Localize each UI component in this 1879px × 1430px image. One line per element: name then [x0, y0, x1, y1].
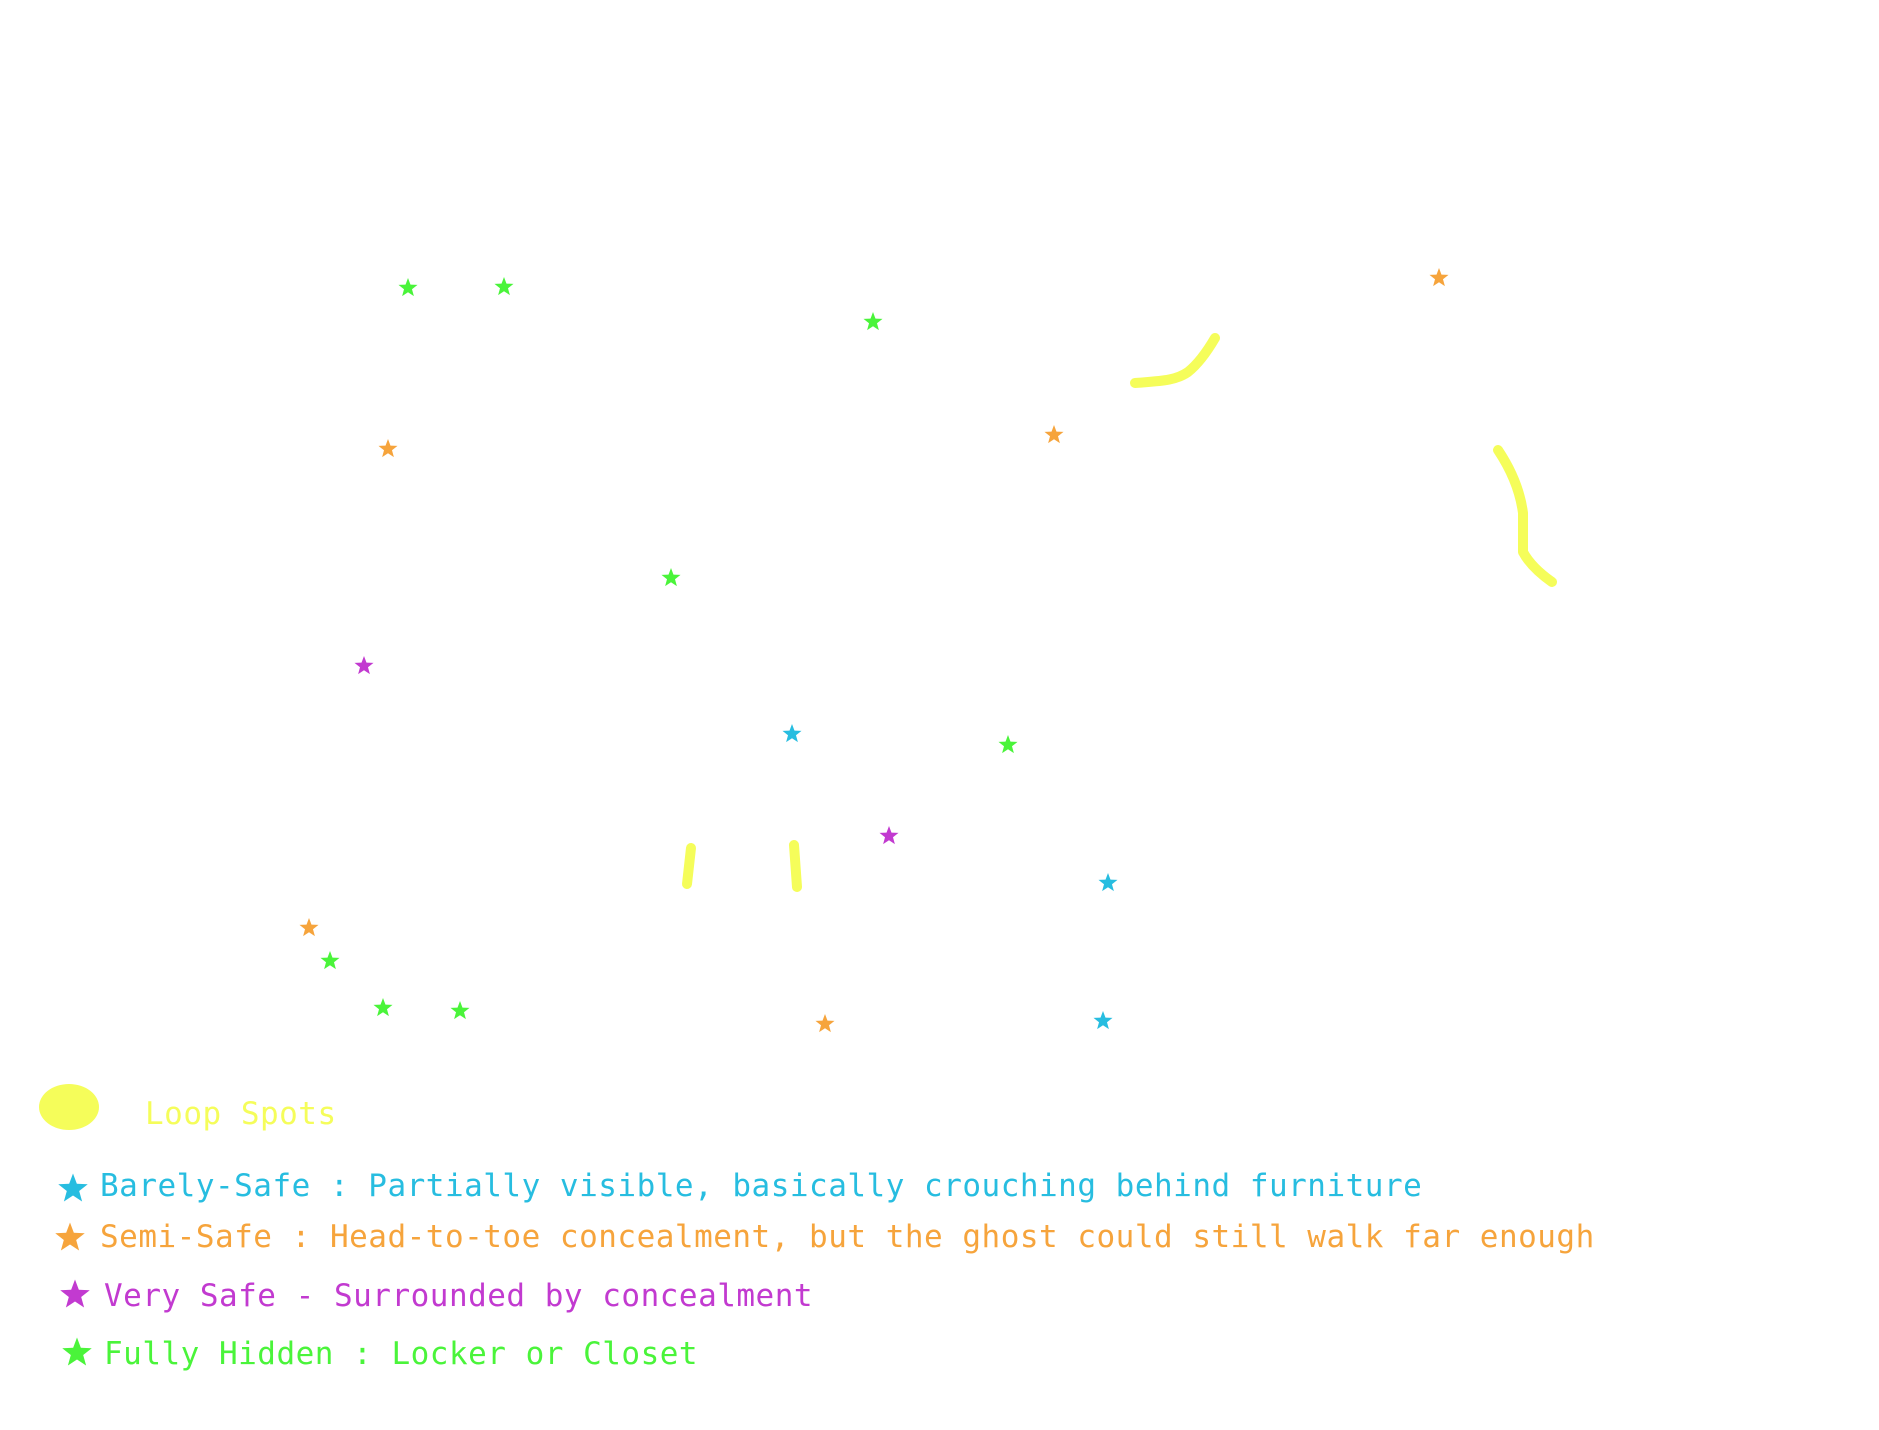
semi-safe-marker: [815, 1014, 835, 1033]
fully-hidden-marker: [494, 277, 514, 296]
loop-spots-swatch: [39, 1084, 99, 1130]
barely-safe-marker: [1093, 1011, 1113, 1030]
very-safe-marker: [354, 656, 374, 675]
semi-safe-marker: [378, 439, 398, 458]
legend-fully-hidden-label: Fully Hidden : Locker or Closet: [104, 1336, 699, 1372]
semi-safe-marker: [1044, 425, 1064, 444]
fully-hidden-marker: [998, 735, 1018, 754]
fully-hidden-marker: [863, 312, 883, 331]
loop-spot-dash-right: [789, 840, 802, 892]
semi-safe-marker: [1429, 268, 1449, 287]
legend-very-safe-label: Very Safe - Surrounded by concealment: [104, 1278, 814, 1314]
very-safe-legend-icon: [60, 1279, 90, 1308]
legend-loop-spots-label: Loop Spots: [145, 1096, 337, 1132]
barely-safe-legend-icon: [58, 1173, 88, 1202]
semi-safe-marker: [299, 918, 319, 937]
fully-hidden-marker: [320, 951, 340, 970]
loop-spots-layer: [682, 333, 1557, 892]
legend-symbols: [39, 1084, 99, 1366]
barely-safe-marker: [1098, 873, 1118, 892]
very-safe-marker: [879, 826, 899, 845]
map-canvas: [39, 268, 1557, 1366]
fully-hidden-marker: [398, 278, 418, 297]
fully-hidden-marker: [373, 998, 393, 1017]
semi-safe-legend-icon: [55, 1222, 85, 1251]
barely-safe-marker: [782, 724, 802, 743]
legend-barely-safe-label: Barely-Safe : Partially visible, basical…: [100, 1168, 1423, 1204]
hiding-spots-map: Loop Spots Barely-Safe : Partially visib…: [0, 0, 1879, 1430]
loop-spot-dash-left: [682, 843, 696, 889]
fully-hidden-marker: [450, 1001, 470, 1020]
fully-hidden-marker: [661, 568, 681, 587]
markers-layer: [299, 268, 1449, 1033]
loop-spot-curve: [1493, 445, 1557, 587]
loop-spot-arc: [1130, 333, 1220, 388]
fully-hidden-legend-icon: [62, 1337, 92, 1366]
legend-semi-safe-label: Semi-Safe : Head-to-toe concealment, but…: [100, 1219, 1595, 1255]
